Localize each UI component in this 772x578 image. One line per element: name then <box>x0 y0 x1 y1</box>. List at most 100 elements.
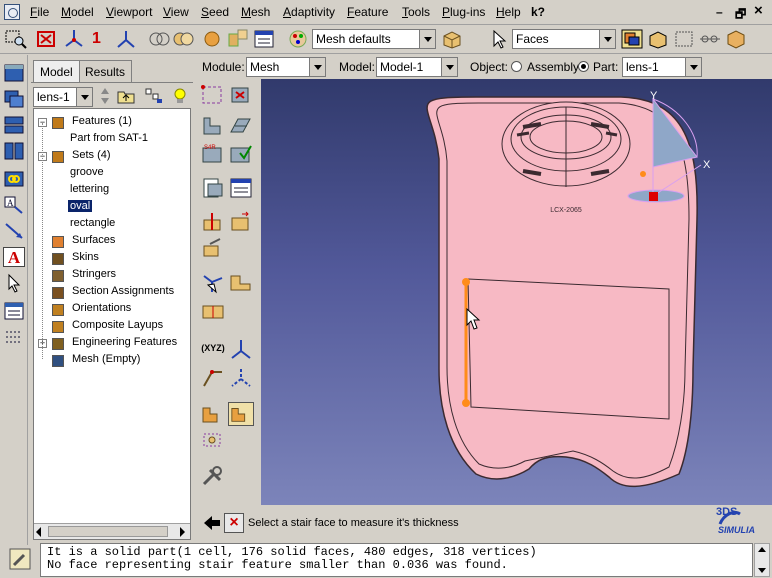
menu-seed[interactable]: Seed <box>201 5 229 19</box>
tree-item-part-from-sat-1[interactable]: Part from SAT-1 <box>64 132 150 148</box>
select-arrow-icon[interactable] <box>488 28 512 50</box>
assembly-radio[interactable] <box>511 61 522 72</box>
tree-item-section-assignments[interactable]: Section Assignments <box>50 285 176 301</box>
query-icon[interactable] <box>252 28 276 50</box>
message-scrollbar[interactable] <box>754 543 770 577</box>
bounding-region-icon[interactable] <box>200 428 226 452</box>
datum-plane-icon[interactable] <box>228 270 254 294</box>
link-viewports-icon[interactable] <box>3 169 25 189</box>
datum-csys-icon[interactable] <box>200 366 226 390</box>
model-select[interactable]: Model-1 <box>376 57 458 77</box>
query-mesh-icon[interactable] <box>200 176 226 200</box>
xyz-datum-icon[interactable]: (XYZ) <box>200 342 226 366</box>
viewport[interactable]: LCX-2065 Y X <box>261 79 772 505</box>
mesh-controls-icon[interactable]: S4R <box>200 142 226 166</box>
selection-options-icon[interactable] <box>698 28 722 50</box>
stair-feature-icon[interactable] <box>200 402 226 426</box>
mesh-cube-icon[interactable] <box>440 28 464 50</box>
tree-item-groove[interactable]: groove <box>64 166 106 182</box>
message-area-icon[interactable] <box>8 547 32 571</box>
seed-part-icon[interactable] <box>200 84 226 108</box>
delete-seeds-icon[interactable] <box>228 84 254 108</box>
tile-vertical-icon[interactable] <box>3 141 25 161</box>
bulb-icon[interactable] <box>171 87 189 105</box>
tab-results[interactable]: Results <box>78 60 133 82</box>
menu-feature[interactable]: Feature <box>347 5 388 19</box>
tree-part-select[interactable]: lens-1 <box>33 87 93 107</box>
tab-model[interactable]: Model <box>33 60 80 82</box>
datum-axis-icon[interactable] <box>228 338 254 362</box>
viewport-window-icon[interactable] <box>3 63 25 83</box>
tree-item-features-1[interactable]: − Features (1) <box>38 115 134 131</box>
create-datum-icon[interactable] <box>200 270 226 294</box>
menu-plugins[interactable]: Plug-ins <box>442 5 485 19</box>
seed-edges-icon[interactable] <box>200 114 226 138</box>
restore-button[interactable]: 🗗 <box>735 5 746 26</box>
datum-point-icon[interactable] <box>228 366 254 390</box>
tree-item-rectangle[interactable]: rectangle <box>64 217 117 233</box>
tree-item-surfaces[interactable]: Surfaces <box>50 234 117 250</box>
annotation-manager-icon[interactable] <box>3 301 25 321</box>
tree-item-orientations[interactable]: Orientations <box>50 302 133 318</box>
color-code-icon[interactable] <box>286 28 310 50</box>
menu-view[interactable]: View <box>163 5 189 19</box>
menu-tools[interactable]: Tools <box>402 5 430 19</box>
part-canvas[interactable]: LCX-2065 Y X <box>261 79 772 505</box>
mesh-stats-icon[interactable] <box>228 176 254 200</box>
tree-item-mesh-empty[interactable]: Mesh (Empty) <box>50 353 142 369</box>
folder-up-icon[interactable] <box>117 88 135 104</box>
tools-icon[interactable] <box>200 464 226 488</box>
selection-filter-select[interactable]: Faces <box>512 29 616 49</box>
app-icon[interactable] <box>4 4 20 20</box>
menu-adaptivity[interactable]: Adaptivity <box>283 5 335 19</box>
part-radio[interactable] <box>578 61 589 72</box>
selection-volume-icon[interactable] <box>646 28 670 50</box>
menu-help[interactable]: Help <box>496 5 521 19</box>
shaded-icon[interactable] <box>200 28 224 50</box>
tree-filter-icon[interactable] <box>145 88 163 104</box>
tree-item-composite-layups[interactable]: Composite Layups <box>50 319 165 335</box>
cascade-windows-icon[interactable] <box>3 89 25 109</box>
mesh-region-icon[interactable] <box>228 114 254 138</box>
close-button[interactable]: × <box>754 2 763 19</box>
tree-item-lettering[interactable]: lettering <box>64 183 111 199</box>
mesh-defaults-select[interactable]: Mesh defaults <box>312 29 436 49</box>
minimize-button[interactable]: – <box>716 5 723 19</box>
select-entities-icon[interactable] <box>620 28 644 50</box>
menu-viewport[interactable]: Viewport <box>106 5 152 19</box>
part-select[interactable]: lens-1 <box>622 57 702 77</box>
tree-hscroll-thumb[interactable] <box>48 526 168 537</box>
part-display-icon[interactable] <box>226 28 250 50</box>
tree-item-engineering-features[interactable]: + Engineering Features <box>38 336 179 352</box>
tree-hscrollbar[interactable] <box>34 523 190 539</box>
axes-icon[interactable] <box>114 28 138 50</box>
partition-cell-icon[interactable] <box>228 210 254 234</box>
drag-shape-icon[interactable] <box>672 28 696 50</box>
tile-horizontal-icon[interactable] <box>3 115 25 135</box>
measure-stair-icon[interactable] <box>228 402 254 426</box>
tree-item-skins[interactable]: Skins <box>50 251 101 267</box>
auto-fit-icon[interactable] <box>34 28 58 50</box>
render-style-icon[interactable] <box>148 28 172 50</box>
menu-model[interactable]: Model <box>61 5 94 19</box>
hidden-lines-icon[interactable] <box>172 28 196 50</box>
cancel-procedure-button[interactable]: × <box>224 513 244 533</box>
arrow-annotation-icon[interactable] <box>3 221 25 241</box>
partition-face-icon[interactable] <box>200 210 226 234</box>
menu-mesh[interactable]: Mesh <box>241 5 270 19</box>
view-number[interactable]: 1 <box>92 30 116 52</box>
whats-this-button[interactable]: k? <box>531 5 545 19</box>
partition-edge-icon[interactable] <box>200 298 226 322</box>
verify-mesh-icon[interactable] <box>228 142 254 166</box>
select-annotation-icon[interactable] <box>3 273 25 293</box>
virtual-topology-icon[interactable] <box>200 236 226 260</box>
tree-item-sets-4[interactable]: − Sets (4) <box>38 149 113 165</box>
back-arrow-icon[interactable] <box>202 513 222 533</box>
annotation-text-icon[interactable]: A <box>3 195 25 215</box>
annotation-list-icon[interactable] <box>3 327 25 347</box>
text-annotation-icon[interactable]: A <box>3 247 25 267</box>
tree-item-oval[interactable]: oval <box>64 200 93 216</box>
tree-item-stringers[interactable]: Stringers <box>50 268 118 284</box>
menu-file[interactable]: File <box>30 5 49 19</box>
view-cube-icon[interactable] <box>724 28 748 50</box>
